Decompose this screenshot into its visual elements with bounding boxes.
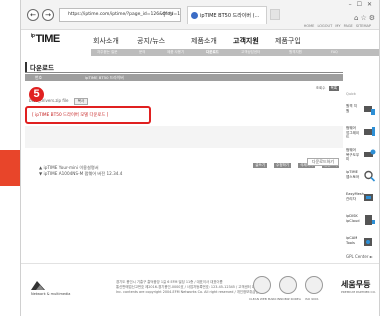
sidebar-item-label: 펌웨어 업그레이드 <box>346 126 360 139</box>
site-footer: Network & multimedia 경기도 용인시 기흥구 흥덕중앙 1길… <box>21 263 379 316</box>
tab-title: ipTIME BT50 드라이버 (... <box>200 13 260 19</box>
remote-support-icon <box>364 106 375 115</box>
footer-info: 경기도 용인시 기흥구 흥덕중앙 1길 6 EFM 빌딩 11층 / 대표이사 … <box>116 280 270 295</box>
site-logo[interactable]: ipTIME <box>31 33 60 45</box>
sidebar-item-appstore[interactable]: ipTIME 앱스토어 <box>346 166 379 188</box>
subnav-item-download[interactable]: 다운로드 <box>206 50 219 55</box>
sidebar-item-label: ipCAM Tools <box>346 236 358 245</box>
screenshot-frame: ← → https://iptime.com/iptime/?page_id=1… <box>0 0 385 316</box>
footer-copyright[interactable]: Inc. contents are copyright 2004-EFM Net… <box>116 290 270 295</box>
sidebar-item-recovery[interactable]: 펌웨어 복구도우미 <box>346 144 379 166</box>
footer-brand: Network & multimedia <box>31 292 71 296</box>
copy-button[interactable]: 복사 <box>73 98 89 105</box>
nav-item-support[interactable]: 고객지원 <box>233 36 259 46</box>
sidebar-item-label: ipDISK ipCloud <box>346 214 360 223</box>
window-controls[interactable]: –☐✕ <box>349 1 377 8</box>
ipcam-icon <box>364 238 372 246</box>
download-button[interactable]: 다운로드하기 <box>306 158 339 166</box>
top-links[interactable]: HOME LOGOUT MY PAGE SITEMAP <box>304 24 371 28</box>
sidebar-item-label: EasyMesh 관리자 <box>346 192 364 201</box>
page-title: 다운로드 <box>25 62 54 72</box>
nav-item-products[interactable]: 제품소개 <box>191 36 217 46</box>
cert-label: CLEAN WEB MARK <box>249 297 277 301</box>
subnav-item-inquiry[interactable]: 문의 <box>139 50 145 55</box>
adjacent-posts: ▲ ipTIME Your-mini 이용설명서 ▼ ipTIME A1004N… <box>39 165 122 177</box>
nav-item-company[interactable]: 회사소개 <box>93 36 119 46</box>
nav-item-purchase[interactable]: 제품구입 <box>275 36 301 46</box>
board-col-title: ipTIME BT50 드라이버 <box>85 75 124 80</box>
back-arrow-icon[interactable]: ← <box>27 9 39 21</box>
sidebar-item-label: 원격 지원 <box>346 104 358 113</box>
forward-arrow-icon[interactable]: → <box>42 9 54 21</box>
sidebar-item-ipdisk[interactable]: ipDISK ipCloud <box>346 210 379 232</box>
subnav-item-faq2[interactable]: FAQ <box>331 50 338 54</box>
gpl-center-link[interactable]: GPL Center ► <box>346 254 373 259</box>
edit-button[interactable]: 수정하기 <box>274 163 292 168</box>
sidebar-item-ipcam[interactable]: ipCAM Tools <box>346 232 379 254</box>
partner-logo: 세움무등 <box>341 280 371 289</box>
browser-tab[interactable]: ipTIME BT50 드라이버 (... <box>187 6 267 24</box>
firmware-upgrade-icon <box>364 127 375 136</box>
sidebar-item-label: ipTIME 앱스토어 <box>346 170 360 179</box>
iso-badge-icon <box>305 276 323 294</box>
partner-sub: PREMIUM PARTNER CO. <box>341 290 376 294</box>
new-tab-button[interactable] <box>270 9 280 20</box>
ipdisk-icon <box>365 215 375 225</box>
innobiz-badge-icon <box>279 276 297 294</box>
sidebar-item-label: 펌웨어 복구도우미 <box>346 148 360 161</box>
sidebar-title: Quick <box>346 92 356 96</box>
write-button[interactable]: 글쓰기 <box>253 163 268 168</box>
board-header: 번호 ipTIME BT50 드라이버 <box>25 74 343 81</box>
content-box <box>25 126 343 148</box>
download-link-highlight[interactable]: [ ipTIME BT50 드라이버 모델 다운로드 ] <box>25 106 151 124</box>
cleanweb-badge-icon <box>253 276 271 294</box>
sub-nav: 자주묻는 질문 문의 제품 사용기 다운로드 고객상담센터 원격지원 FAQ <box>91 49 379 56</box>
browser-window: ← → https://iptime.com/iptime/?page_id=1… <box>20 0 380 316</box>
nav-item-notice[interactable]: 공지/뉴스 <box>137 36 165 46</box>
favicon-icon <box>191 12 198 19</box>
search-icon[interactable]: ⚲ ↻ <box>162 8 173 22</box>
subnav-item-review[interactable]: 제품 사용기 <box>167 50 184 55</box>
star-icon[interactable]: ⌂☆⚙ <box>354 14 377 22</box>
sidebar-item-easymesh[interactable]: EasyMesh 관리자 <box>346 188 379 210</box>
easymesh-icon <box>364 194 373 201</box>
step-badge: 5 <box>29 87 44 102</box>
row-meta: 조회수 목록 <box>316 86 339 91</box>
subnav-item-center[interactable]: 고객상담센터 <box>241 50 260 55</box>
title-divider <box>25 72 343 73</box>
search-icon <box>364 170 376 182</box>
download-link[interactable]: [ ipTIME BT50 드라이버 모델 다운로드 ] <box>32 112 108 118</box>
footer-logo <box>31 281 45 290</box>
board-col-number: 번호 <box>35 75 42 80</box>
list-button[interactable]: 목록 <box>328 86 339 91</box>
next-post-link[interactable]: ▼ ipTIME A1004NS-M 펌웨어 버전 12.34.4 <box>39 171 122 177</box>
sidebar-item-remote[interactable]: 원격 지원 <box>346 100 379 122</box>
cert-label: INNOBIZ KOREA <box>277 297 301 301</box>
cert-label: ISO 9001 <box>305 297 319 301</box>
subnav-item-remote[interactable]: 원격지원 <box>289 50 302 55</box>
sidebar-item-firmware[interactable]: 펌웨어 업그레이드 <box>346 122 379 144</box>
subnav-item-faq[interactable]: 자주묻는 질문 <box>97 50 117 55</box>
firmware-recovery-icon <box>364 149 376 157</box>
row-meta-label: 조회수 <box>315 86 326 90</box>
